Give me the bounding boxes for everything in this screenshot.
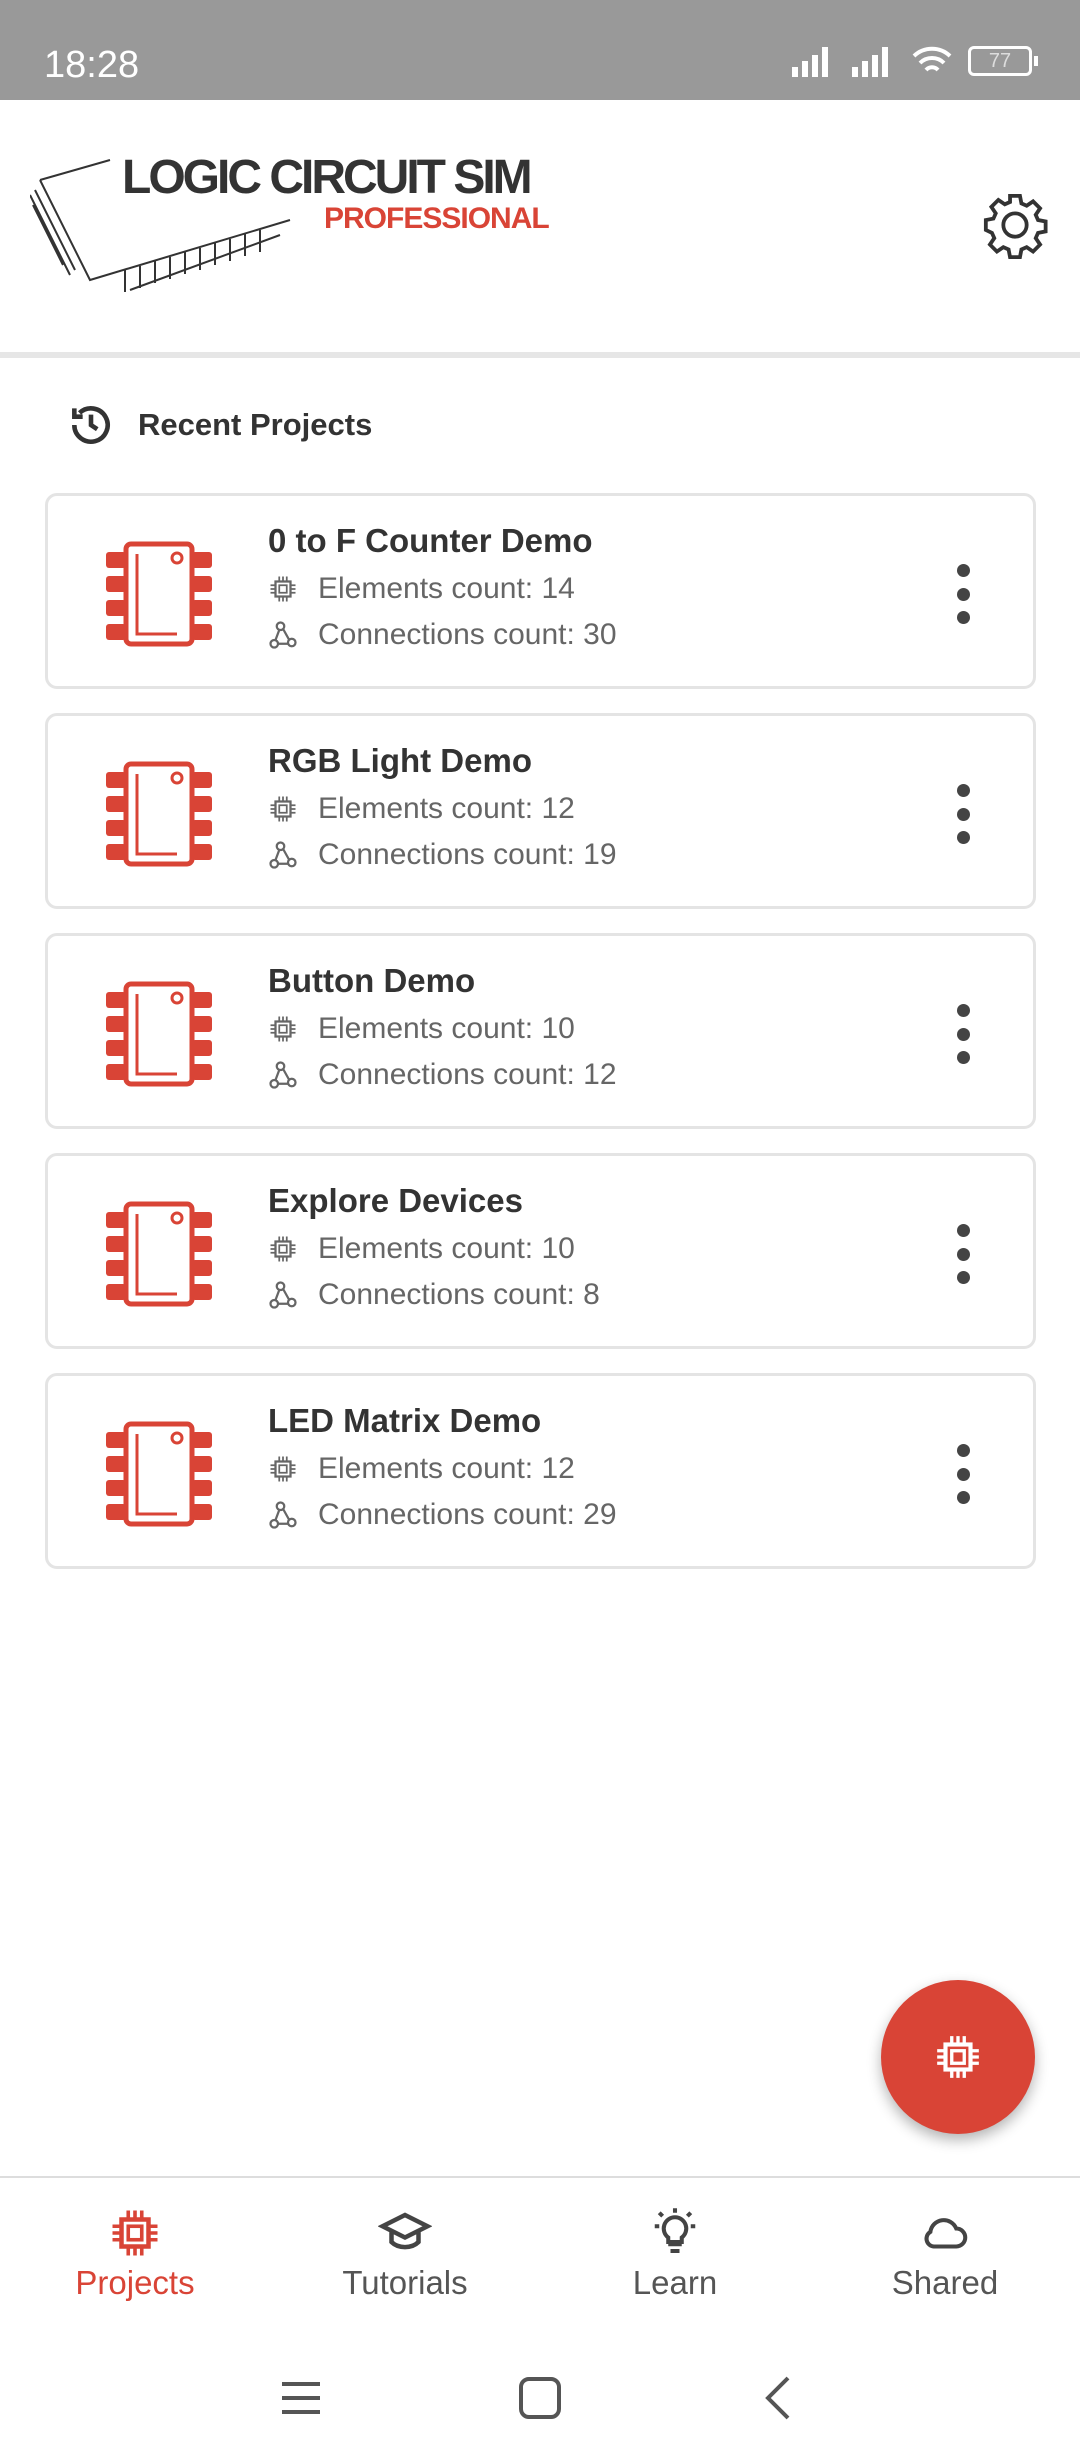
more-options-icon[interactable] — [953, 564, 973, 624]
recent-projects-label: Recent Projects — [138, 407, 373, 442]
element-chip-icon — [270, 1456, 296, 1482]
connections-icon — [269, 841, 297, 869]
connections-icon — [269, 1501, 297, 1529]
elements-count: Elements count: 12 — [318, 1452, 575, 1485]
bottom-navigation: Projects Tutorials Learn Shared — [0, 2176, 1080, 2326]
logo-subtitle: PROFESSIONAL — [324, 202, 550, 235]
chip-icon — [937, 2036, 979, 2078]
more-options-icon[interactable] — [953, 1004, 973, 1064]
app-header: LOGIC CIRCUIT SIM PROFESSIONAL — [0, 100, 1080, 352]
nav-tutorials[interactable]: Tutorials — [270, 2178, 540, 2326]
more-options-icon[interactable] — [953, 1444, 973, 1504]
element-chip-icon — [270, 796, 296, 822]
battery-icon: 77 — [968, 46, 1038, 76]
nav-learn[interactable]: Learn — [540, 2178, 810, 2326]
project-title: Explore Devices — [268, 1182, 523, 1219]
connections-count: Connections count: 8 — [318, 1278, 600, 1311]
status-bar: 18:28 77 — [0, 0, 1080, 100]
menu-icon[interactable] — [280, 2378, 322, 2418]
project-card[interactable]: Explore Devices Elements count: 10 Conne… — [45, 1153, 1036, 1349]
status-time: 18:28 — [44, 44, 140, 86]
more-options-icon[interactable] — [953, 1224, 973, 1284]
signal-hd-icon — [852, 47, 888, 77]
nav-label: Learn — [632, 2264, 718, 2301]
connections-count: Connections count: 29 — [318, 1498, 617, 1531]
connections-count: Connections count: 19 — [318, 838, 617, 871]
nav-label: Projects — [75, 2264, 195, 2301]
lightbulb-icon — [654, 2208, 696, 2254]
connections-icon — [269, 1281, 297, 1309]
project-card[interactable]: LED Matrix Demo Elements count: 12 Conne… — [45, 1373, 1036, 1569]
project-title: Button Demo — [268, 962, 476, 999]
elements-count: Elements count: 12 — [318, 792, 575, 825]
element-chip-icon — [270, 1236, 296, 1262]
new-project-fab[interactable] — [881, 1980, 1035, 2134]
chip-icon — [112, 2210, 158, 2256]
connections-icon — [269, 621, 297, 649]
nav-label: Shared — [891, 2264, 999, 2301]
logo-title: LOGIC CIRCUIT SIM — [122, 151, 533, 204]
home-icon[interactable] — [518, 2376, 562, 2420]
elements-count: Elements count: 10 — [318, 1012, 575, 1045]
nav-shared[interactable]: Shared — [810, 2178, 1080, 2326]
wifi-icon — [912, 46, 952, 72]
project-chip-icon — [106, 1421, 212, 1527]
project-chip-icon — [106, 761, 212, 867]
project-card[interactable]: Button Demo Elements count: 10 Connectio… — [45, 933, 1036, 1129]
project-card[interactable]: 0 to F Counter Demo Elements count: 14 C… — [45, 493, 1036, 689]
connections-count: Connections count: 30 — [318, 618, 617, 651]
element-chip-icon — [270, 576, 296, 602]
project-title: 0 to F Counter Demo — [268, 522, 593, 559]
connections-count: Connections count: 12 — [318, 1058, 617, 1091]
history-icon — [72, 406, 110, 444]
project-chip-icon — [106, 1201, 212, 1307]
project-title: RGB Light Demo — [268, 742, 532, 779]
nav-label: Tutorials — [342, 2264, 468, 2301]
project-title: LED Matrix Demo — [268, 1402, 542, 1439]
more-options-icon[interactable] — [953, 784, 973, 844]
elements-count: Elements count: 14 — [318, 572, 575, 605]
back-icon[interactable] — [762, 2374, 792, 2422]
cloud-icon — [924, 2218, 968, 2249]
project-chip-icon — [106, 981, 212, 1087]
element-chip-icon — [270, 1016, 296, 1042]
project-chip-icon — [106, 541, 212, 647]
system-navigation — [0, 2360, 1080, 2440]
nav-projects[interactable]: Projects — [0, 2178, 270, 2326]
recent-projects-heading: Recent Projects — [66, 400, 372, 450]
graduation-cap-icon — [378, 2212, 432, 2250]
header-divider — [0, 352, 1080, 358]
connections-icon — [269, 1061, 297, 1089]
project-card[interactable]: RGB Light Demo Elements count: 12 Connec… — [45, 713, 1036, 909]
signal-icon — [792, 47, 828, 77]
gear-icon[interactable] — [980, 190, 1050, 260]
elements-count: Elements count: 10 — [318, 1232, 575, 1265]
